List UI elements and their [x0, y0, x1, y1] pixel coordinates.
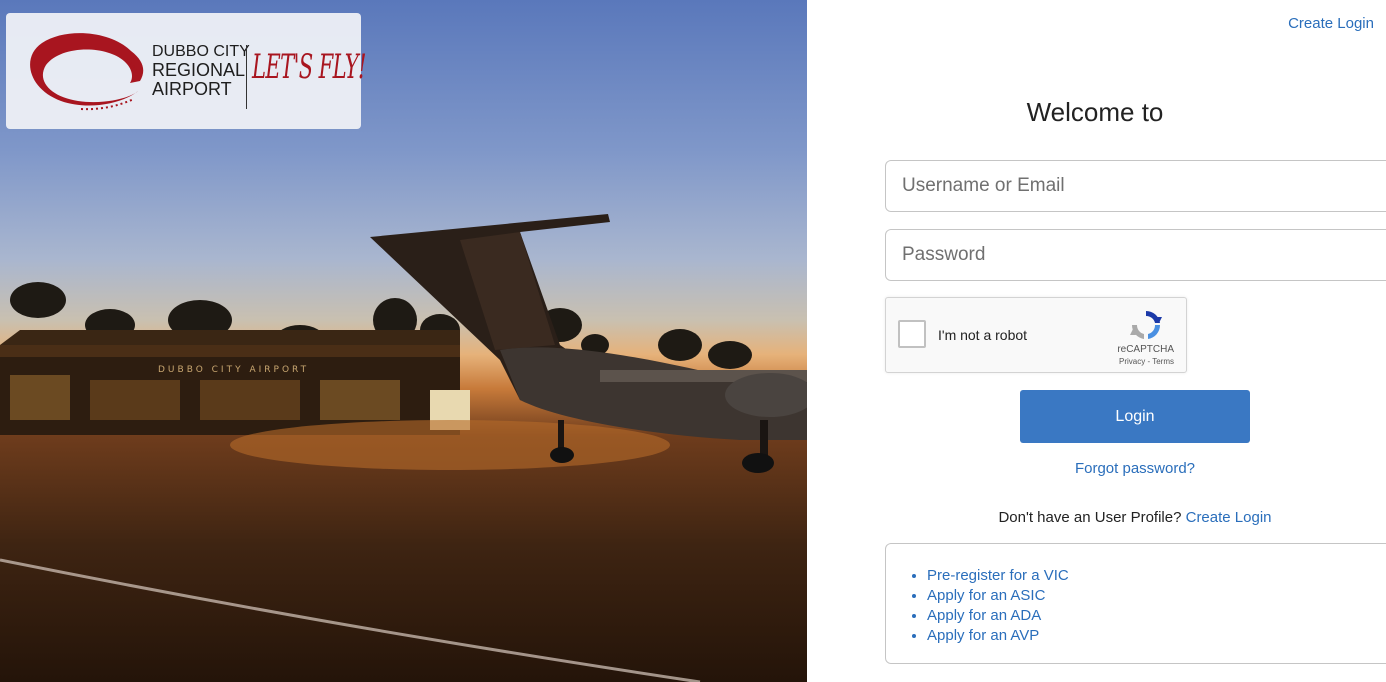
no-profile-text: Don't have an User Profile? [998, 509, 1182, 526]
page-title: Welcome to [1026, 97, 1164, 127]
quick-links-list: Pre-register for a VIC Apply for an ASIC… [886, 566, 1069, 646]
recaptcha-terms-link[interactable]: Terms [1152, 357, 1174, 366]
airport-logo: DUBBO CITY REGIONAL AIRPORT LET'S FLY! [6, 13, 366, 129]
quick-link-item: Apply for an ASIC [927, 586, 1069, 606]
username-input[interactable] [885, 160, 1386, 212]
apply-avp-link[interactable]: Apply for an AVP [927, 627, 1039, 644]
hero-image: DUBBO CITY AIRPORT DUBBO CITY REGIONAL A… [0, 0, 807, 682]
header-create-login-link[interactable]: Create Login [1288, 15, 1374, 32]
recaptcha-terms: Privacy - Terms [1119, 357, 1174, 366]
no-profile-row: Don't have an User Profile? Create Login [885, 509, 1385, 526]
forgot-password-row: Forgot password? [885, 460, 1385, 477]
quick-link-item: Apply for an ADA [927, 606, 1069, 626]
recaptcha-label: I'm not a robot [938, 327, 1028, 343]
airport-name: DUBBO CITY REGIONAL AIRPORT [152, 42, 250, 99]
quick-link-item: Pre-register for a VIC [927, 566, 1069, 586]
logo-divider [246, 45, 247, 109]
quick-link-item: Apply for an AVP [927, 626, 1069, 646]
quick-links-panel: Pre-register for a VIC Apply for an ASIC… [885, 543, 1386, 664]
apply-ada-link[interactable]: Apply for an ADA [927, 607, 1041, 624]
recaptcha-widget: I'm not a robot reCAPTCHA Privacy - Term… [885, 297, 1187, 373]
logo-line-1: DUBBO CITY [152, 43, 250, 60]
password-input[interactable] [885, 229, 1386, 281]
airport-swoosh-logo-icon [30, 33, 144, 111]
logo-line-2: REGIONAL [152, 60, 246, 80]
pre-register-vic-link[interactable]: Pre-register for a VIC [927, 567, 1069, 584]
terminal-sign: DUBBO CITY AIRPORT [158, 365, 309, 375]
create-login-link[interactable]: Create Login [1186, 509, 1272, 526]
logo-line-3: AIRPORT [152, 79, 232, 99]
apply-asic-link[interactable]: Apply for an ASIC [927, 587, 1045, 604]
recaptcha-privacy-link[interactable]: Privacy [1119, 357, 1145, 366]
forgot-password-link[interactable]: Forgot password? [1075, 460, 1195, 477]
login-button[interactable]: Login [1020, 390, 1250, 443]
recaptcha-logo-icon [1130, 310, 1162, 339]
recaptcha-checkbox[interactable] [898, 320, 926, 348]
recaptcha-brand: reCAPTCHA [1117, 344, 1174, 355]
logo-slogan: LET'S FLY! [252, 47, 366, 87]
